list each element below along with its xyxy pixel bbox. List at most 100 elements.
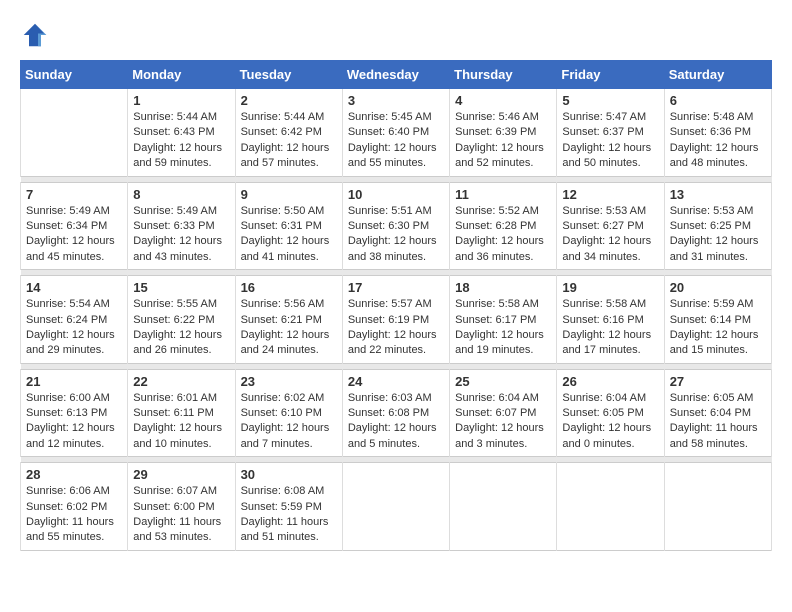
calendar-cell: 24 Sunrise: 6:03 AMSunset: 6:08 PMDayligh… (342, 369, 449, 457)
calendar-cell: 23 Sunrise: 6:02 AMSunset: 6:10 PMDayligh… (235, 369, 342, 457)
calendar-cell: 5 Sunrise: 5:47 AMSunset: 6:37 PMDaylight… (557, 89, 664, 177)
calendar-row: 28 Sunrise: 6:06 AMSunset: 6:02 PMDayligh… (21, 463, 772, 551)
day-number: 3 (348, 93, 444, 108)
day-info: Sunrise: 6:04 AMSunset: 6:05 PMDaylight:… (562, 391, 658, 453)
calendar-row: 1 Sunrise: 5:44 AMSunset: 6:43 PMDaylight… (21, 89, 772, 177)
day-number: 24 (348, 374, 444, 389)
calendar-cell: 8 Sunrise: 5:49 AMSunset: 6:33 PMDaylight… (128, 182, 235, 270)
calendar-cell: 7 Sunrise: 5:49 AMSunset: 6:34 PMDaylight… (21, 182, 128, 270)
calendar-cell: 15 Sunrise: 5:55 AMSunset: 6:22 PMDayligh… (128, 276, 235, 364)
calendar-table: SundayMondayTuesdayWednesdayThursdayFrid… (20, 60, 772, 551)
calendar-cell: 1 Sunrise: 5:44 AMSunset: 6:43 PMDaylight… (128, 89, 235, 177)
page-header (20, 20, 772, 50)
day-info: Sunrise: 5:49 AMSunset: 6:33 PMDaylight:… (133, 204, 229, 266)
day-info: Sunrise: 5:44 AMSunset: 6:42 PMDaylight:… (241, 110, 337, 172)
calendar-cell: 27 Sunrise: 6:05 AMSunset: 6:04 PMDayligh… (664, 369, 771, 457)
day-number: 7 (26, 187, 122, 202)
calendar-body: 1 Sunrise: 5:44 AMSunset: 6:43 PMDaylight… (21, 89, 772, 551)
day-number: 5 (562, 93, 658, 108)
day-info: Sunrise: 5:55 AMSunset: 6:22 PMDaylight:… (133, 297, 229, 359)
day-info: Sunrise: 5:48 AMSunset: 6:36 PMDaylight:… (670, 110, 766, 172)
day-number: 29 (133, 467, 229, 482)
day-number: 28 (26, 467, 122, 482)
day-number: 16 (241, 280, 337, 295)
day-number: 27 (670, 374, 766, 389)
header-row: SundayMondayTuesdayWednesdayThursdayFrid… (21, 61, 772, 89)
day-number: 4 (455, 93, 551, 108)
day-number: 9 (241, 187, 337, 202)
day-number: 22 (133, 374, 229, 389)
day-number: 20 (670, 280, 766, 295)
day-info: Sunrise: 6:08 AMSunset: 5:59 PMDaylight:… (241, 484, 337, 546)
day-info: Sunrise: 5:47 AMSunset: 6:37 PMDaylight:… (562, 110, 658, 172)
calendar-cell: 21 Sunrise: 6:00 AMSunset: 6:13 PMDayligh… (21, 369, 128, 457)
calendar-cell: 12Sunrise: 5:53 AMSunset: 6:27 PMDayligh… (557, 182, 664, 270)
header-sunday: Sunday (21, 61, 128, 89)
day-number: 11 (455, 187, 551, 202)
day-number: 18 (455, 280, 551, 295)
calendar-cell: 9 Sunrise: 5:50 AMSunset: 6:31 PMDaylight… (235, 182, 342, 270)
day-info: Sunrise: 6:03 AMSunset: 6:08 PMDaylight:… (348, 391, 444, 453)
day-number: 17 (348, 280, 444, 295)
day-number: 13 (670, 187, 766, 202)
day-number: 15 (133, 280, 229, 295)
calendar-cell: 30 Sunrise: 6:08 AMSunset: 5:59 PMDayligh… (235, 463, 342, 551)
header-wednesday: Wednesday (342, 61, 449, 89)
day-number: 8 (133, 187, 229, 202)
calendar-cell (664, 463, 771, 551)
day-info: Sunrise: 5:58 AMSunset: 6:17 PMDaylight:… (455, 297, 551, 359)
day-number: 19 (562, 280, 658, 295)
calendar-cell: 18 Sunrise: 5:58 AMSunset: 6:17 PMDayligh… (450, 276, 557, 364)
calendar-cell: 14 Sunrise: 5:54 AMSunset: 6:24 PMDayligh… (21, 276, 128, 364)
calendar-row: 14 Sunrise: 5:54 AMSunset: 6:24 PMDayligh… (21, 276, 772, 364)
header-friday: Friday (557, 61, 664, 89)
day-info: Sunrise: 5:52 AMSunset: 6:28 PMDaylight:… (455, 204, 551, 266)
calendar-row: 7 Sunrise: 5:49 AMSunset: 6:34 PMDaylight… (21, 182, 772, 270)
calendar-cell: 29Sunrise: 6:07 AMSunset: 6:00 PMDayligh… (128, 463, 235, 551)
day-number: 21 (26, 374, 122, 389)
calendar-header: SundayMondayTuesdayWednesdayThursdayFrid… (21, 61, 772, 89)
calendar-cell: 20 Sunrise: 5:59 AMSunset: 6:14 PMDayligh… (664, 276, 771, 364)
header-saturday: Saturday (664, 61, 771, 89)
calendar-cell: 4Sunrise: 5:46 AMSunset: 6:39 PMDaylight… (450, 89, 557, 177)
day-number: 2 (241, 93, 337, 108)
day-info: Sunrise: 5:53 AMSunset: 6:25 PMDaylight:… (670, 204, 766, 266)
day-number: 23 (241, 374, 337, 389)
day-info: Sunrise: 6:00 AMSunset: 6:13 PMDaylight:… (26, 391, 122, 453)
calendar-cell: 17Sunrise: 5:57 AMSunset: 6:19 PMDayligh… (342, 276, 449, 364)
day-info: Sunrise: 6:05 AMSunset: 6:04 PMDaylight:… (670, 391, 766, 453)
day-info: Sunrise: 5:45 AMSunset: 6:40 PMDaylight:… (348, 110, 444, 172)
day-info: Sunrise: 6:04 AMSunset: 6:07 PMDaylight:… (455, 391, 551, 453)
day-info: Sunrise: 5:58 AMSunset: 6:16 PMDaylight:… (562, 297, 658, 359)
day-info: Sunrise: 5:53 AMSunset: 6:27 PMDaylight:… (562, 204, 658, 266)
day-info: Sunrise: 5:44 AMSunset: 6:43 PMDaylight:… (133, 110, 229, 172)
day-number: 25 (455, 374, 551, 389)
day-info: Sunrise: 6:06 AMSunset: 6:02 PMDaylight:… (26, 484, 122, 546)
day-number: 14 (26, 280, 122, 295)
header-thursday: Thursday (450, 61, 557, 89)
calendar-cell: 16 Sunrise: 5:56 AMSunset: 6:21 PMDayligh… (235, 276, 342, 364)
calendar-cell: 19 Sunrise: 5:58 AMSunset: 6:16 PMDayligh… (557, 276, 664, 364)
day-number: 30 (241, 467, 337, 482)
calendar-cell: 28 Sunrise: 6:06 AMSunset: 6:02 PMDayligh… (21, 463, 128, 551)
calendar-cell: 22 Sunrise: 6:01 AMSunset: 6:11 PMDayligh… (128, 369, 235, 457)
header-monday: Monday (128, 61, 235, 89)
day-info: Sunrise: 5:50 AMSunset: 6:31 PMDaylight:… (241, 204, 337, 266)
day-info: Sunrise: 6:02 AMSunset: 6:10 PMDaylight:… (241, 391, 337, 453)
day-number: 10 (348, 187, 444, 202)
day-info: Sunrise: 5:56 AMSunset: 6:21 PMDaylight:… (241, 297, 337, 359)
calendar-cell (21, 89, 128, 177)
day-info: Sunrise: 5:54 AMSunset: 6:24 PMDaylight:… (26, 297, 122, 359)
day-info: Sunrise: 5:59 AMSunset: 6:14 PMDaylight:… (670, 297, 766, 359)
logo (20, 20, 54, 50)
logo-icon (20, 20, 50, 50)
day-info: Sunrise: 5:49 AMSunset: 6:34 PMDaylight:… (26, 204, 122, 266)
day-info: Sunrise: 5:51 AMSunset: 6:30 PMDaylight:… (348, 204, 444, 266)
calendar-cell: 6Sunrise: 5:48 AMSunset: 6:36 PMDaylight… (664, 89, 771, 177)
day-info: Sunrise: 6:01 AMSunset: 6:11 PMDaylight:… (133, 391, 229, 453)
day-number: 1 (133, 93, 229, 108)
calendar-cell: 13 Sunrise: 5:53 AMSunset: 6:25 PMDayligh… (664, 182, 771, 270)
day-number: 26 (562, 374, 658, 389)
calendar-cell (557, 463, 664, 551)
header-tuesday: Tuesday (235, 61, 342, 89)
